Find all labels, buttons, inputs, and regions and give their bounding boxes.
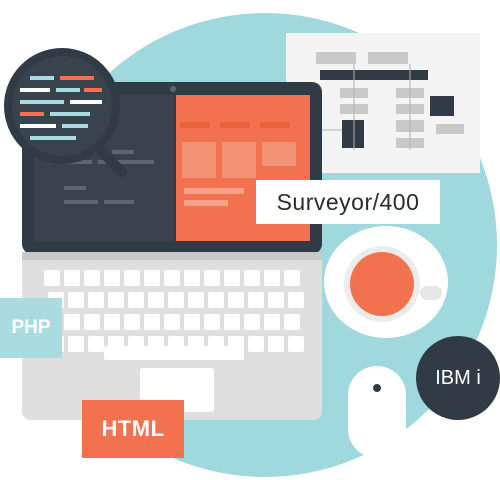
keyboard-key (244, 314, 260, 330)
keyboard-key (44, 270, 60, 286)
keyboard-key (288, 292, 304, 308)
mouse-icon (348, 366, 406, 458)
illustration (4, 13, 497, 477)
keyboard-key (288, 336, 304, 352)
keyboard-key (248, 336, 264, 352)
ibmi-badge: IBM i (416, 336, 500, 420)
keyboard-key (164, 270, 180, 286)
keyboard-key (124, 270, 140, 286)
keyboard-key (184, 314, 200, 330)
keyboard-key (104, 270, 120, 286)
keyboard-spacebar (104, 346, 244, 360)
keyboard-key (168, 292, 184, 308)
keyboard-key (264, 314, 280, 330)
php-label: PHP (0, 298, 62, 358)
keyboard-key (84, 314, 100, 330)
keyboard-key (88, 292, 104, 308)
keyboard-key (144, 270, 160, 286)
surveyor-label: Surveyor/400 (256, 180, 440, 224)
keyboard-key (244, 270, 260, 286)
keyboard-key (268, 292, 284, 308)
keyboard-key (88, 336, 104, 352)
html-label: HTML (82, 400, 184, 458)
keyboard-key (204, 314, 220, 330)
keyboard-key (64, 314, 80, 330)
magnifier-code-icon (4, 48, 127, 177)
coffee-cup-icon (324, 226, 448, 338)
keyboard-key (264, 270, 280, 286)
keyboard-key (224, 270, 240, 286)
keyboard-key (164, 314, 180, 330)
keyboard-key (64, 270, 80, 286)
keyboard-key (104, 314, 120, 330)
keyboard-key (128, 292, 144, 308)
keyboard-key (68, 336, 84, 352)
keyboard-key (228, 292, 244, 308)
keyboard-key (124, 314, 140, 330)
keyboard-key (224, 314, 240, 330)
keyboard-key (284, 270, 300, 286)
keyboard-key (184, 270, 200, 286)
keyboard-key (68, 292, 84, 308)
keyboard-key (284, 314, 300, 330)
keyboard-key (268, 336, 284, 352)
keyboard-key (188, 292, 204, 308)
keyboard-key (204, 270, 220, 286)
keyboard-key (84, 270, 100, 286)
keyboard-key (248, 292, 264, 308)
keyboard-key (208, 292, 224, 308)
keyboard-key (144, 314, 160, 330)
keyboard-key (148, 292, 164, 308)
keyboard-key (108, 292, 124, 308)
